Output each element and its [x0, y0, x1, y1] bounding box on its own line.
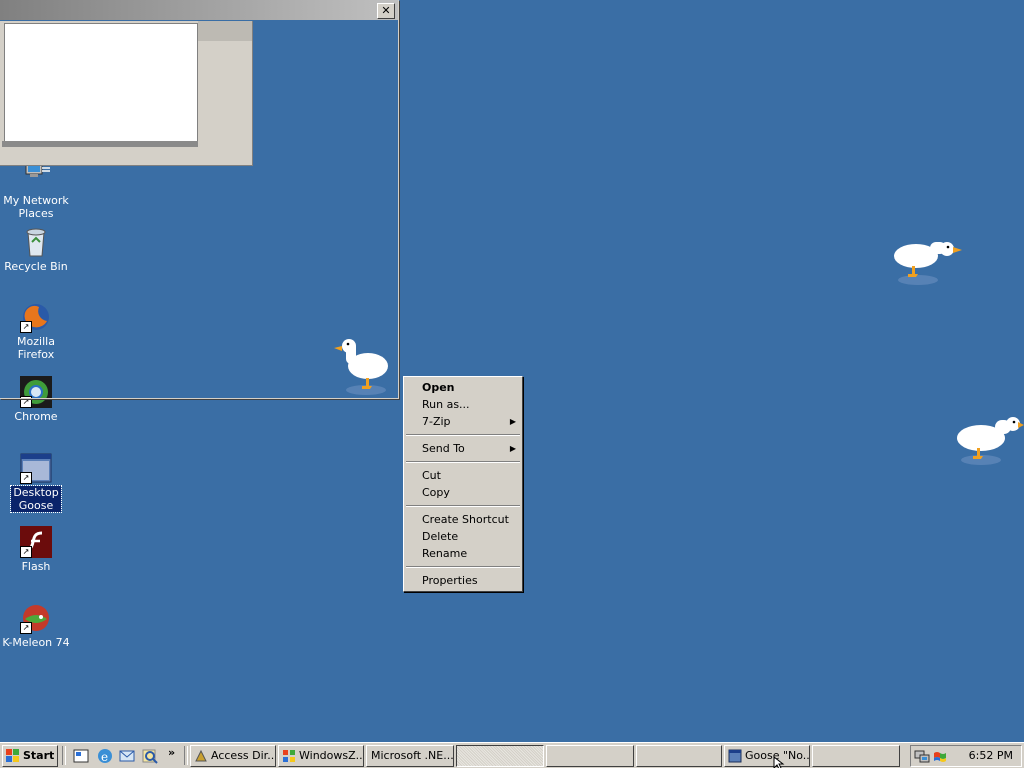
network-tray-icon[interactable]	[914, 748, 930, 764]
system-tray: 6:52 PM	[910, 745, 1022, 767]
desktop-icon-label: Chrome	[14, 410, 58, 423]
outlook-express-icon[interactable]	[118, 747, 136, 765]
menu-item-7zip[interactable]: 7-Zip ▶	[404, 413, 522, 430]
menu-item-copy[interactable]: Copy	[404, 484, 522, 501]
menu-item-rename[interactable]: Rename	[404, 545, 522, 562]
desktop-icon-label: Desktop Goose	[10, 485, 62, 513]
desktop-icon-label: K-Meleon 74	[2, 636, 70, 649]
task-button-access-dir[interactable]: Access Dir...	[190, 745, 276, 767]
shortcut-arrow-icon: ↗	[20, 546, 32, 558]
start-button[interactable]: Start	[2, 745, 58, 767]
svg-text:e: e	[101, 750, 108, 764]
internet-explorer-icon[interactable]: e	[96, 747, 114, 765]
task-button-windowsz[interactable]: WindowsZ...	[278, 745, 364, 767]
desktop-icon-label: Flash	[21, 560, 51, 573]
taskbar: Start e » Access Dir... WindowsZ... Micr…	[0, 742, 1024, 768]
taskbar-divider	[62, 746, 66, 765]
windowsz-icon	[283, 750, 295, 762]
task-button-blank-pressed[interactable]	[456, 745, 544, 767]
window-content-area[interactable]	[4, 23, 198, 143]
desktop-goose-icon: ↗	[20, 452, 52, 484]
task-button-microsoft-net[interactable]: Microsoft .NE...	[366, 745, 454, 767]
task-label: Access Dir...	[211, 749, 276, 762]
shortcut-arrow-icon: ↗	[20, 472, 32, 484]
menu-separator	[406, 461, 520, 463]
task-button-blank[interactable]	[636, 745, 722, 767]
menu-item-create-shortcut[interactable]: Create Shortcut	[404, 511, 522, 528]
kmeleon-icon: ↗	[20, 602, 52, 634]
taskbar-divider	[184, 746, 188, 765]
window-panel	[0, 21, 253, 166]
desktop-icon-k-meleon[interactable]: ↗ K-Meleon 74	[0, 602, 72, 649]
shortcut-arrow-icon: ↗	[20, 622, 32, 634]
goose-sprite[interactable]	[955, 412, 1024, 471]
task-button-blank[interactable]	[812, 745, 900, 767]
show-desktop-icon[interactable]	[72, 747, 90, 765]
start-label: Start	[23, 749, 55, 762]
menu-item-send-to[interactable]: Send To ▶	[404, 440, 522, 457]
menu-separator	[406, 505, 520, 507]
access-dir-icon	[195, 749, 207, 762]
flash-icon: ↗	[20, 526, 52, 558]
menu-item-cut[interactable]: Cut	[404, 467, 522, 484]
menu-item-label: 7-Zip	[422, 415, 451, 428]
task-button-blank[interactable]	[546, 745, 634, 767]
window-titlebar[interactable]	[0, 0, 398, 20]
desktop[interactable]: My Network Places Recycle Bin ↗ Mozilla F…	[0, 0, 1024, 768]
goose-task-icon	[728, 749, 742, 763]
menu-item-run-as[interactable]: Run as...	[404, 396, 522, 413]
task-label: WindowsZ...	[299, 749, 364, 762]
desktop-icon-flash[interactable]: ↗ Flash	[0, 526, 72, 573]
goose-sprite[interactable]	[332, 336, 392, 399]
submenu-arrow-icon: ▶	[509, 417, 516, 426]
menu-item-delete[interactable]: Delete	[404, 528, 522, 545]
window-panel-shadow	[2, 141, 198, 147]
menu-item-open[interactable]: Open	[404, 379, 522, 396]
goose-sprite[interactable]	[892, 236, 964, 289]
menu-item-label: Send To	[422, 442, 465, 455]
window-panel-band	[198, 21, 252, 41]
menu-separator	[406, 434, 520, 436]
menu-separator	[406, 566, 520, 568]
quick-launch-more-button[interactable]: »	[168, 746, 175, 759]
desktop-icon-desktop-goose[interactable]: ↗ Desktop Goose	[0, 452, 72, 513]
clock[interactable]: 6:52 PM	[969, 746, 1013, 766]
mouse-cursor-icon	[773, 756, 785, 768]
windows-flag-tray-icon[interactable]	[932, 748, 948, 764]
window-close-button[interactable]: ✕	[377, 3, 395, 19]
menu-item-properties[interactable]: Properties	[404, 572, 522, 589]
submenu-arrow-icon: ▶	[509, 444, 516, 453]
windows-logo-icon	[6, 749, 19, 762]
search-icon[interactable]	[141, 747, 159, 765]
task-label: Microsoft .NE...	[371, 749, 454, 762]
task-button-goose[interactable]: Goose "No...	[724, 745, 810, 767]
context-menu: Open Run as... 7-Zip ▶ Send To ▶ Cut Copy …	[403, 376, 523, 592]
